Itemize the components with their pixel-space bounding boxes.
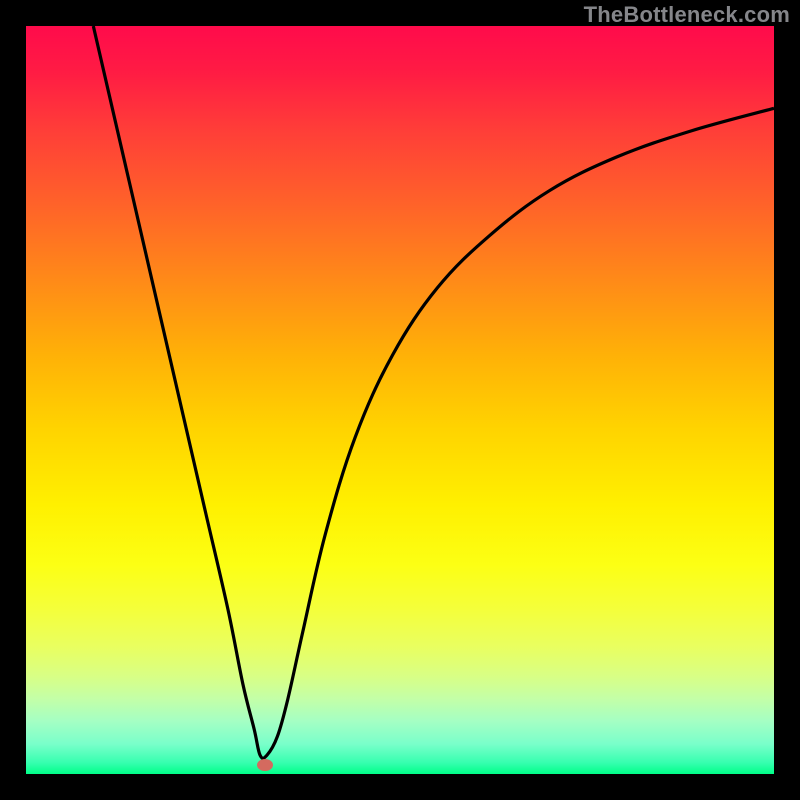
bottleneck-curve — [93, 26, 774, 758]
optimal-point-marker — [257, 759, 273, 771]
chart-frame: TheBottleneck.com — [0, 0, 800, 800]
watermark-text: TheBottleneck.com — [584, 2, 790, 28]
plot-area — [26, 26, 774, 774]
curve-svg — [26, 26, 774, 774]
